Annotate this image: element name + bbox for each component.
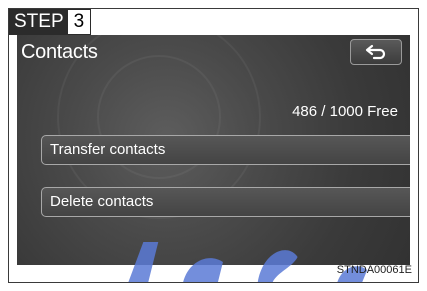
screen-title: Contacts [21, 41, 98, 63]
step-label: STEP 3 [9, 9, 92, 35]
delete-contacts-button[interactable]: Delete contacts [41, 187, 410, 217]
step-number: 3 [67, 9, 92, 35]
step-word: STEP [9, 9, 68, 35]
back-button[interactable] [350, 39, 402, 65]
return-arrow-icon [365, 44, 386, 60]
figure-frame: STEP 3 Contacts 486 / 1000 Free Transfer… [8, 8, 419, 283]
figure-code: STNDA00061E [336, 264, 412, 276]
free-count: 486 / 1000 Free [292, 103, 398, 120]
transfer-contacts-button[interactable]: Transfer contacts [41, 135, 410, 165]
